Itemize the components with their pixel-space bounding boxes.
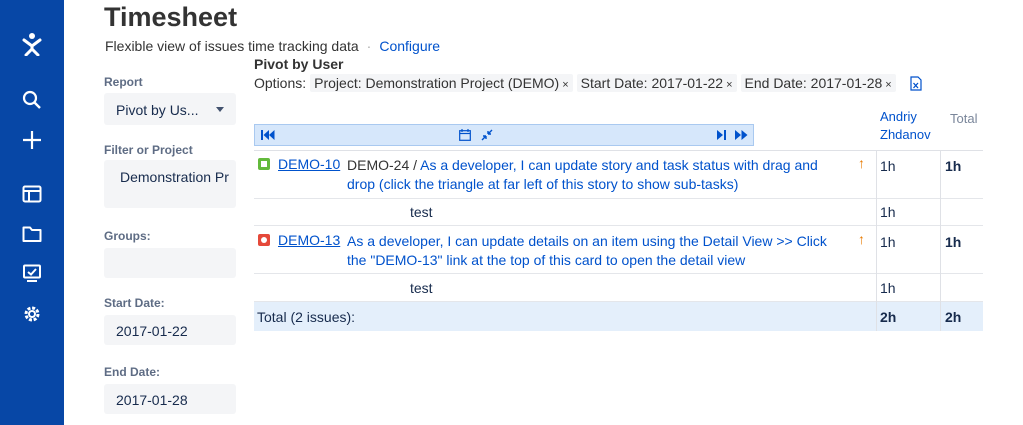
option-chip-end-date: End Date: 2017-01-28 × [740,74,896,92]
total-grand-hours: 2h [945,309,962,325]
page-subtitle: Flexible view of issues time tracking da… [105,38,440,54]
user-hours-cell: 1h [880,234,896,250]
settings-gear-icon[interactable] [20,302,44,326]
table-row: test 1h [254,274,983,302]
chip-text: Start Date: 2017-01-22 [580,75,724,91]
projects-icon[interactable] [20,222,44,246]
chip-text: End Date: 2017-01-28 [744,75,883,91]
user-hours-cell: 1h [880,204,896,220]
issue-summary-link[interactable]: As a developer, I can update details on … [347,233,827,249]
filter-input-value: Demonstration Pr [120,169,229,185]
date-navigation-toolbar [254,124,754,146]
options-label: Options: [254,75,307,91]
total-user-hours: 2h [880,309,897,325]
user-last-name: Zhdanov [880,127,931,142]
issue-key-link[interactable]: DEMO-10 [278,156,340,172]
start-date-label: Start Date: [104,296,165,310]
column-divider [876,150,877,331]
report-select-value: Pivot by Us... [116,102,199,118]
priority-arrow-up-icon: ↑ [858,231,865,247]
next-period-icon[interactable] [717,128,727,142]
user-hours-cell: 1h [880,158,896,174]
issue-summary: DEMO-24 / As a developer, I can update s… [347,156,852,194]
report-select[interactable]: Pivot by Us... [104,93,236,125]
groups-input[interactable] [104,248,236,278]
report-label: Report [104,75,143,89]
end-date-input[interactable]: 2017-01-28 [104,384,236,414]
subtitle-text: Flexible view of issues time tracking da… [105,38,359,54]
calendar-icon[interactable] [459,128,471,142]
separator: · [366,38,372,54]
end-date-label: End Date: [104,365,161,379]
table-row: test 1h [254,199,983,226]
groups-label: Groups: [104,229,151,243]
fast-forward-icon[interactable] [735,128,749,142]
previous-period-icon[interactable] [261,128,275,142]
issue-key-link[interactable]: DEMO-13 [278,232,340,248]
table-row: DEMO-10 DEMO-24 / As a developer, I can … [254,151,983,199]
total-label: Total (2 issues): [257,309,356,325]
page-title: Timesheet [104,2,238,32]
user-first-name: Andriy [880,109,917,124]
column-header-total: Total [950,111,978,126]
create-plus-icon[interactable] [20,128,44,152]
search-icon[interactable] [20,88,44,112]
options-bar: Options: Project: Demonstration Project … [254,74,922,92]
issue-summary-link-cont[interactable]: drop (click the triangle at far left of … [347,176,738,192]
column-divider [940,150,941,331]
report-title: Pivot by User [254,56,344,72]
worklog-comment: test [410,204,433,220]
start-date-value: 2017-01-22 [116,323,188,339]
total-hours-cell: 1h [945,158,962,174]
excel-export-icon[interactable] [910,75,922,91]
table-row: DEMO-13 As a developer, I can update det… [254,226,983,274]
configure-link[interactable]: Configure [379,38,440,54]
remove-project-icon[interactable]: × [562,79,568,91]
issue-summary-link[interactable]: As a developer, I can update story and t… [420,157,818,173]
end-date-value: 2017-01-28 [116,392,188,408]
parent-separator: / [413,157,418,173]
start-date-input[interactable]: 2017-01-22 [104,315,236,345]
worklog-comment: test [410,280,433,296]
filter-label: Filter or Project [104,143,193,157]
story-type-icon [258,158,270,170]
parent-key[interactable]: DEMO-24 [347,157,409,173]
chip-text: Project: Demonstration Project (DEMO) [314,75,560,91]
priority-arrow-up-icon: ↑ [858,155,865,171]
option-chip-project: Project: Demonstration Project (DEMO) × [310,74,573,92]
reports-icon[interactable] [20,262,44,286]
remove-start-date-icon[interactable]: × [726,79,732,91]
option-chip-start-date: Start Date: 2017-01-22 × [576,74,737,92]
column-header-user[interactable]: Andriy Zhdanov [880,108,931,144]
total-row: Total (2 issues): 2h 2h [254,302,983,331]
issue-summary: As a developer, I can update details on … [347,232,857,270]
boards-icon[interactable] [20,182,44,206]
collapse-icon[interactable] [481,128,493,142]
filter-input[interactable]: Demonstration Pr [104,160,236,208]
total-hours-cell: 1h [945,234,962,250]
chevron-down-icon [216,107,224,112]
remove-end-date-icon[interactable]: × [885,79,891,91]
user-hours-cell: 1h [880,280,896,296]
issue-summary-link-cont[interactable]: the "DEMO-13" link at the top of this ca… [347,252,745,268]
global-sidebar [0,0,64,425]
bug-type-icon [258,234,270,246]
jira-logo-icon[interactable] [20,32,44,56]
